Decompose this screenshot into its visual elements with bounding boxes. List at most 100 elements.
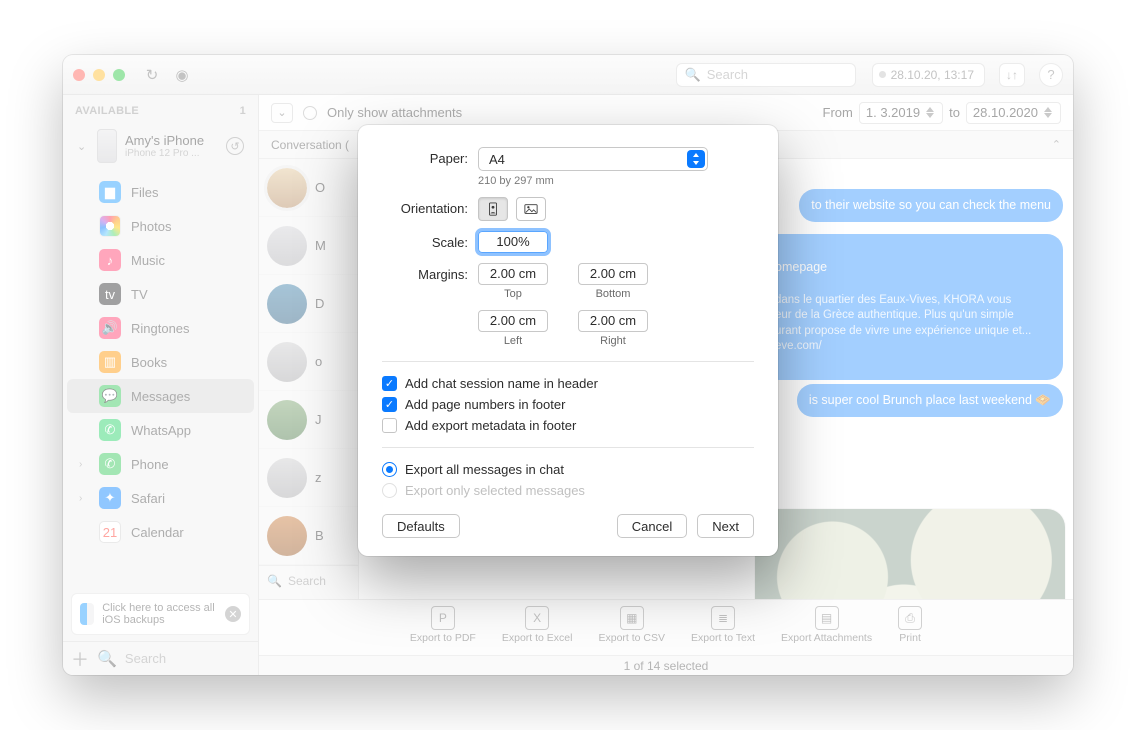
conversation-row[interactable]: M — [259, 217, 358, 275]
pdf-icon: P — [431, 606, 455, 630]
chevron-down-icon: ⌄ — [77, 140, 89, 153]
photos-icon — [99, 215, 121, 237]
only-attachments-label: Only show attachments — [327, 105, 462, 120]
export-pdf-button[interactable]: PExport to PDF — [410, 606, 476, 655]
sidebar-item-ringtones[interactable]: ›🔊Ringtones — [67, 311, 254, 345]
tv-icon: tv — [99, 283, 121, 305]
conversation-row[interactable]: J — [259, 391, 358, 449]
export-options-sheet: Paper: A4 210 by 297 mm Orientation: — [358, 125, 778, 556]
refresh-icon[interactable]: ↻ — [141, 64, 163, 86]
sidebar-item-files[interactable]: ›▆Files — [67, 175, 254, 209]
add-header-checkbox-row[interactable]: Add chat session name in header — [382, 376, 754, 391]
history-icon[interactable] — [226, 137, 244, 155]
checkbox-off-icon — [382, 418, 397, 433]
conversation-row[interactable]: o — [259, 333, 358, 391]
avatar — [267, 342, 307, 382]
margin-bottom-input[interactable]: 2.00 cm — [578, 263, 648, 285]
export-attachments-button[interactable]: ▤Export Attachments — [781, 606, 872, 655]
to-date-input[interactable]: 28.10.2020 — [966, 102, 1061, 124]
date-range: From 1. 3.2019 to 28.10.2020 — [823, 102, 1061, 124]
export-csv-button[interactable]: ▦Export to CSV — [598, 606, 665, 655]
chevron-up-icon: ⌃ — [1052, 138, 1061, 151]
sidebar-item-messages[interactable]: ›💬Messages — [67, 379, 254, 413]
export-text-button[interactable]: ≣Export to Text — [691, 606, 755, 655]
phone-icon: ✆ — [99, 453, 121, 475]
add-page-numbers-checkbox-row[interactable]: Add page numbers in footer — [382, 397, 754, 412]
text-icon: ≣ — [711, 606, 735, 630]
export-all-radio-row[interactable]: Export all messages in chat — [382, 462, 754, 477]
avatar — [267, 168, 307, 208]
divider — [382, 447, 754, 448]
avatar — [267, 516, 307, 556]
zoom-window-button[interactable] — [113, 69, 125, 81]
only-attachments-checkbox[interactable] — [303, 106, 317, 120]
toolbar-search[interactable]: 🔍 Search — [676, 63, 856, 87]
close-icon[interactable]: ✕ — [225, 606, 241, 622]
csv-icon: ▦ — [620, 606, 644, 630]
message-bubble: to their website so you can check the me… — [799, 189, 1063, 222]
avatar — [267, 284, 307, 324]
conversation-search[interactable]: 🔍Search — [259, 565, 358, 595]
sidebar-item-books[interactable]: ›▥Books — [67, 345, 254, 379]
minimize-window-button[interactable] — [93, 69, 105, 81]
visibility-icon[interactable]: ◉ — [171, 64, 193, 86]
margin-top-input[interactable]: 2.00 cm — [478, 263, 548, 285]
margin-left-input[interactable]: 2.00 cm — [478, 310, 548, 332]
stepper-icon[interactable] — [1044, 105, 1054, 121]
add-button[interactable]: ＋ — [71, 649, 89, 669]
orientation-landscape-button[interactable] — [516, 197, 546, 221]
conversation-row[interactable]: D — [259, 275, 358, 333]
from-date-input[interactable]: 1. 3.2019 — [859, 102, 943, 124]
dropdown-icon — [687, 150, 705, 168]
export-excel-button[interactable]: XExport to Excel — [502, 606, 573, 655]
snapshot-date-badge[interactable]: 28.10.20, 13:17 — [872, 63, 985, 87]
excel-icon: X — [525, 606, 549, 630]
close-window-button[interactable] — [73, 69, 85, 81]
paper-dimensions: 210 by 297 mm — [478, 175, 754, 187]
sidebar-item-tv[interactable]: ›tvTV — [67, 277, 254, 311]
collapse-button[interactable]: ⌄ — [271, 103, 293, 123]
device-row[interactable]: ⌄ Amy's iPhone iPhone 12 Pro ... — [69, 123, 252, 169]
conversation-row[interactable]: z — [259, 449, 358, 507]
print-button[interactable]: ⎙Print — [898, 606, 922, 655]
paper-select[interactable]: A4 — [478, 147, 708, 171]
help-button[interactable]: ? — [1039, 63, 1063, 87]
avatar — [267, 458, 307, 498]
next-button[interactable]: Next — [697, 514, 754, 538]
export-toolbar: PExport to PDF XExport to Excel ▦Export … — [259, 599, 1073, 655]
defaults-button[interactable]: Defaults — [382, 514, 460, 538]
sidebar-section-header: AVAILABLE 1 — [63, 95, 258, 121]
backups-tip[interactable]: Click here to access all iOS backups ✕ — [71, 593, 250, 635]
conversation-row[interactable]: O — [259, 159, 358, 217]
message-bubble: omepage dans le quartier des Eaux-Vives,… — [763, 234, 1063, 380]
sidebar-item-calendar[interactable]: ›21Calendar — [67, 515, 254, 549]
sidebar-item-phone[interactable]: ›✆Phone — [67, 447, 254, 481]
sidebar-item-safari[interactable]: ›✦Safari — [67, 481, 254, 515]
scale-input[interactable]: 100% — [478, 231, 548, 253]
sidebar-item-whatsapp[interactable]: ›✆WhatsApp — [67, 413, 254, 447]
cancel-button[interactable]: Cancel — [617, 514, 687, 538]
orientation-portrait-button[interactable] — [478, 197, 508, 221]
radio-on-icon — [382, 462, 397, 477]
checkbox-on-icon — [382, 397, 397, 412]
device-model: iPhone 12 Pro ... — [125, 148, 204, 159]
sidebar-list: ›▆Files ›Photos ›♪Music ›tvTV ›🔊Ringtone… — [63, 175, 258, 593]
search-icon: 🔍 — [267, 574, 282, 588]
stepper-icon[interactable] — [926, 105, 936, 121]
conversation-row[interactable]: B — [259, 507, 358, 565]
calendar-icon: 21 — [99, 521, 121, 543]
message-bubble: is super cool Brunch place last weekend … — [797, 384, 1063, 417]
landscape-icon — [523, 202, 539, 216]
transfer-button[interactable]: ↓↑ — [999, 63, 1025, 87]
sidebar-item-photos[interactable]: ›Photos — [67, 209, 254, 243]
sidebar-item-music[interactable]: ›♪Music — [67, 243, 254, 277]
toolbar-search-placeholder: Search — [707, 67, 748, 82]
add-metadata-checkbox-row[interactable]: Add export metadata in footer — [382, 418, 754, 433]
margin-right-input[interactable]: 2.00 cm — [578, 310, 648, 332]
app-window: ↻ ◉ 🔍 Search 28.10.20, 13:17 ↓↑ ? AVAILA… — [63, 55, 1073, 675]
ringtones-icon: 🔊 — [99, 317, 121, 339]
music-icon: ♪ — [99, 249, 121, 271]
paper-label: Paper: — [382, 147, 478, 166]
margins-label: Margins: — [382, 263, 478, 282]
message-image — [755, 509, 1065, 599]
